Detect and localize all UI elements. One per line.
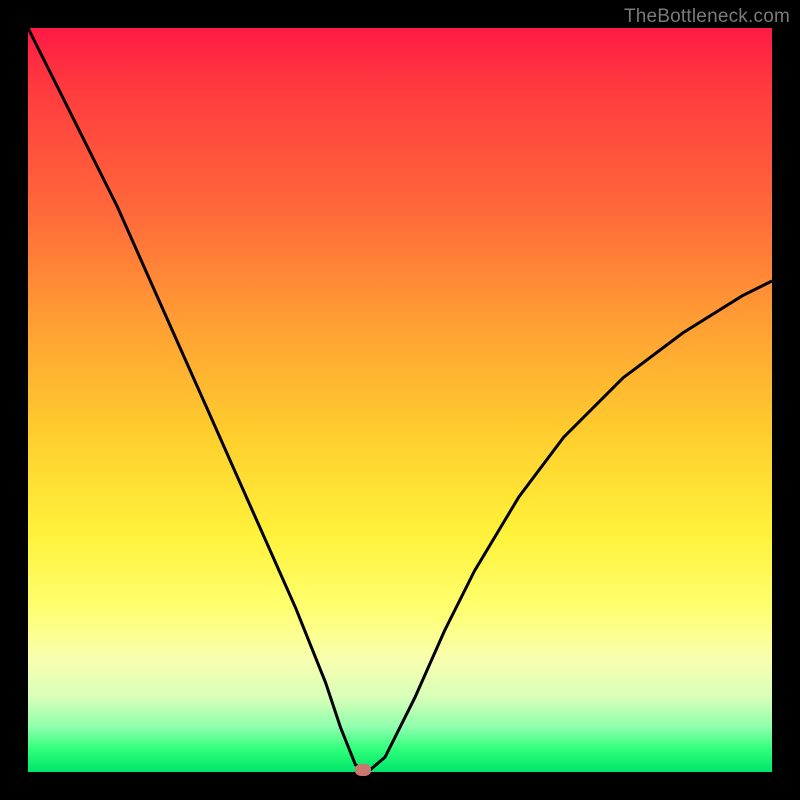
- chart-frame: TheBottleneck.com: [0, 0, 800, 800]
- curve-layer: [28, 28, 772, 772]
- watermark-text: TheBottleneck.com: [624, 6, 790, 28]
- min-point-marker: [355, 764, 371, 776]
- bottleneck-curve: [28, 28, 772, 770]
- plot-area: [28, 28, 772, 772]
